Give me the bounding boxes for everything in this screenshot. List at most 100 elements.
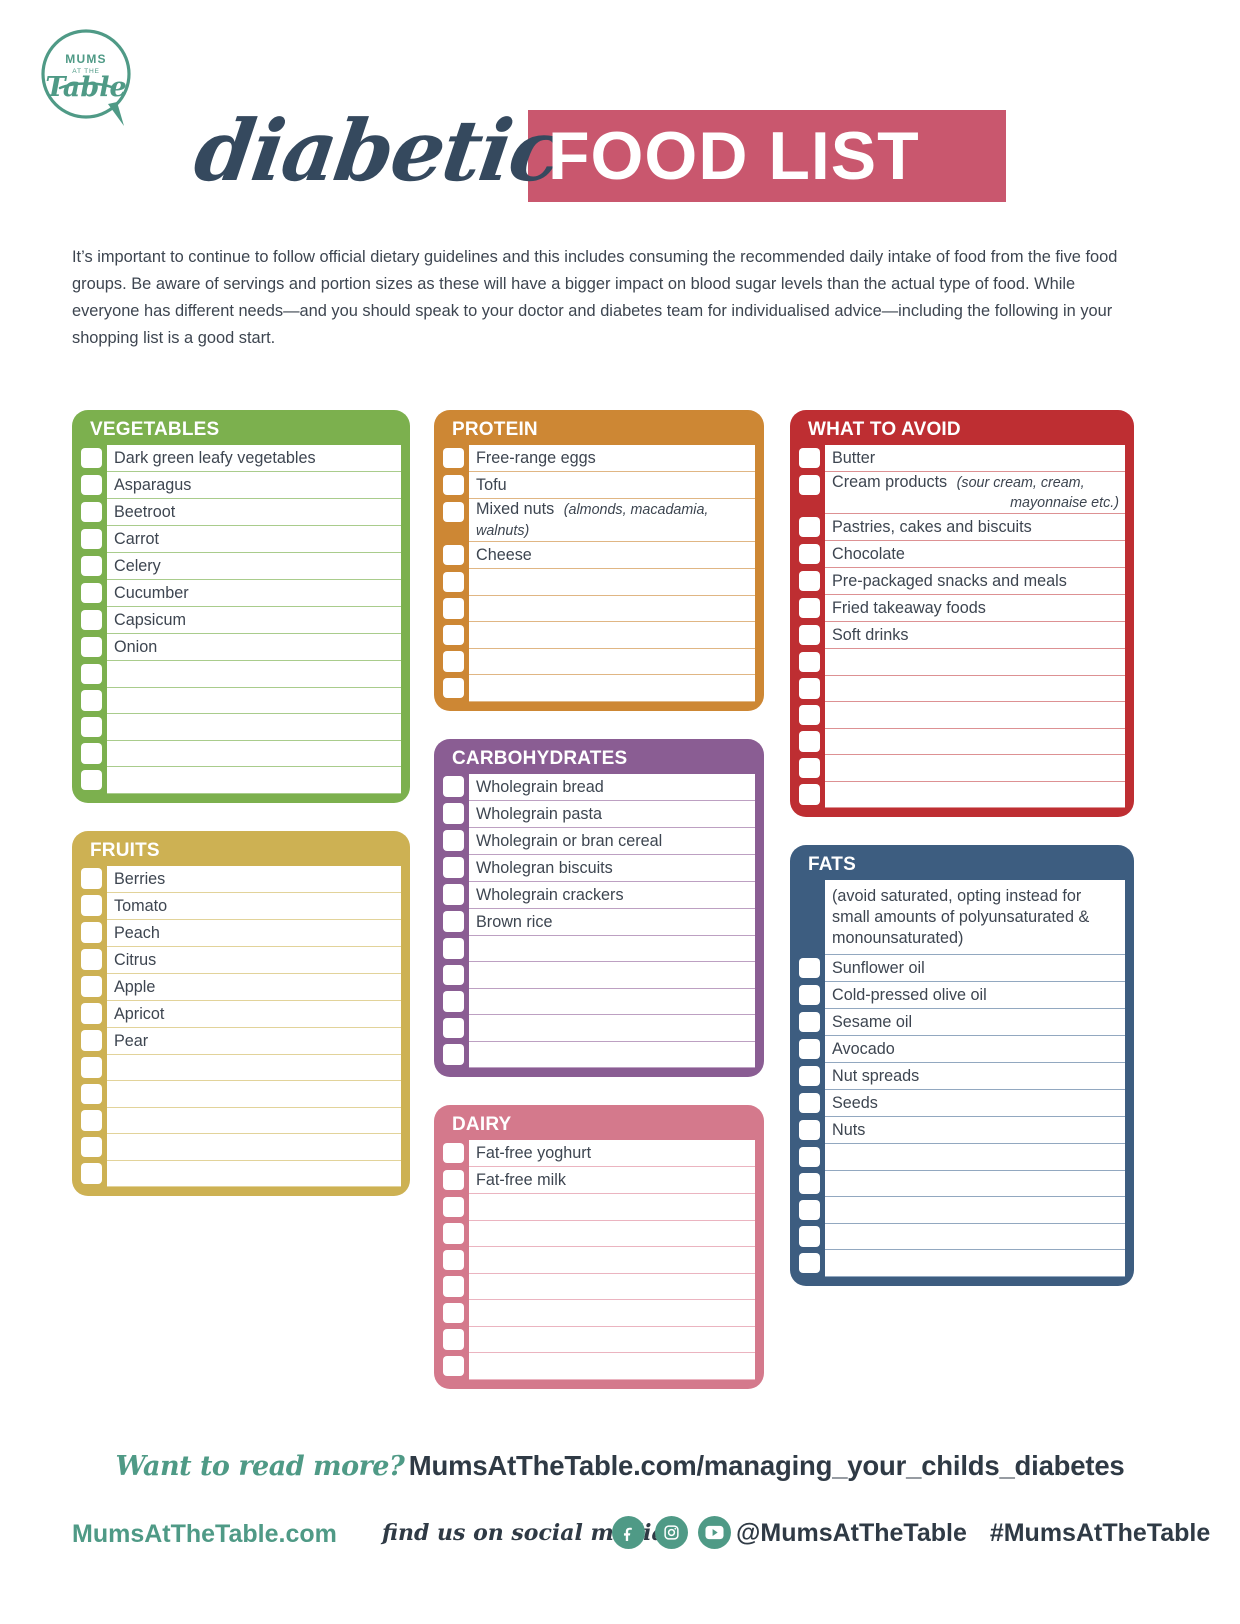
checkbox[interactable] bbox=[443, 1276, 464, 1297]
checkbox[interactable] bbox=[443, 1249, 464, 1270]
checklist-blank-line[interactable] bbox=[825, 1170, 1125, 1197]
read-more-url[interactable]: MumsAtTheTable.com/managing_your_childs_… bbox=[409, 1450, 1125, 1481]
checkbox[interactable] bbox=[443, 857, 464, 878]
checkbox[interactable] bbox=[81, 743, 102, 764]
checklist-blank-line[interactable] bbox=[107, 1081, 401, 1108]
checklist-blank-line[interactable] bbox=[107, 740, 401, 767]
youtube-icon[interactable] bbox=[698, 1516, 731, 1549]
checkbox[interactable] bbox=[443, 501, 464, 522]
checklist-blank-line[interactable] bbox=[469, 1353, 755, 1380]
checkbox[interactable] bbox=[443, 1355, 464, 1376]
checklist-blank-line[interactable] bbox=[825, 1223, 1125, 1250]
checkbox[interactable] bbox=[443, 1169, 464, 1190]
checkbox[interactable] bbox=[799, 731, 820, 752]
checklist-blank-line[interactable] bbox=[469, 569, 755, 596]
checkbox[interactable] bbox=[799, 704, 820, 725]
checkbox[interactable] bbox=[443, 884, 464, 905]
checklist-blank-line[interactable] bbox=[107, 1107, 401, 1134]
checkbox[interactable] bbox=[81, 1136, 102, 1157]
checkbox[interactable] bbox=[81, 636, 102, 657]
checklist-blank-line[interactable] bbox=[469, 675, 755, 702]
checkbox[interactable] bbox=[799, 957, 820, 978]
checkbox[interactable] bbox=[799, 1146, 820, 1167]
checkbox[interactable] bbox=[81, 769, 102, 790]
checkbox[interactable] bbox=[443, 776, 464, 797]
checkbox[interactable] bbox=[81, 716, 102, 737]
checklist-blank-line[interactable] bbox=[825, 728, 1125, 755]
checkbox[interactable] bbox=[81, 949, 102, 970]
checkbox[interactable] bbox=[81, 1030, 102, 1051]
checkbox[interactable] bbox=[81, 1057, 102, 1078]
checkbox[interactable] bbox=[81, 582, 102, 603]
checkbox[interactable] bbox=[443, 803, 464, 824]
checkbox[interactable] bbox=[799, 1092, 820, 1113]
checkbox[interactable] bbox=[443, 830, 464, 851]
checkbox[interactable] bbox=[443, 544, 464, 565]
checkbox[interactable] bbox=[799, 570, 820, 591]
checkbox[interactable] bbox=[799, 1199, 820, 1220]
checkbox[interactable] bbox=[81, 868, 102, 889]
checkbox[interactable] bbox=[81, 895, 102, 916]
checkbox[interactable] bbox=[443, 991, 464, 1012]
checkbox[interactable] bbox=[81, 474, 102, 495]
checkbox[interactable] bbox=[443, 447, 464, 468]
checkbox[interactable] bbox=[443, 1044, 464, 1065]
checkbox[interactable] bbox=[799, 1065, 820, 1086]
facebook-icon[interactable] bbox=[612, 1516, 645, 1549]
checklist-blank-line[interactable] bbox=[469, 1300, 755, 1327]
checklist-blank-line[interactable] bbox=[825, 781, 1125, 808]
checkbox[interactable] bbox=[443, 598, 464, 619]
checkbox[interactable] bbox=[443, 474, 464, 495]
checkbox[interactable] bbox=[799, 1038, 820, 1059]
checkbox[interactable] bbox=[443, 677, 464, 698]
checkbox[interactable] bbox=[799, 1226, 820, 1247]
checklist-blank-line[interactable] bbox=[107, 767, 401, 794]
checklist-blank-line[interactable] bbox=[825, 675, 1125, 702]
checkbox[interactable] bbox=[799, 624, 820, 645]
checkbox[interactable] bbox=[443, 1329, 464, 1350]
checkbox[interactable] bbox=[799, 1252, 820, 1273]
checklist-blank-line[interactable] bbox=[107, 661, 401, 688]
checkbox[interactable] bbox=[81, 528, 102, 549]
checkbox[interactable] bbox=[799, 543, 820, 564]
checkbox[interactable] bbox=[81, 1083, 102, 1104]
instagram-icon[interactable] bbox=[655, 1516, 688, 1549]
checklist-blank-line[interactable] bbox=[469, 595, 755, 622]
checkbox[interactable] bbox=[799, 784, 820, 805]
checkbox[interactable] bbox=[81, 976, 102, 997]
checkbox[interactable] bbox=[443, 1302, 464, 1323]
checklist-blank-line[interactable] bbox=[825, 1144, 1125, 1171]
checklist-blank-line[interactable] bbox=[469, 648, 755, 675]
checkbox[interactable] bbox=[81, 663, 102, 684]
checklist-blank-line[interactable] bbox=[469, 988, 755, 1015]
checklist-blank-line[interactable] bbox=[469, 1220, 755, 1247]
checkbox[interactable] bbox=[799, 984, 820, 1005]
checkbox[interactable] bbox=[81, 555, 102, 576]
checkbox[interactable] bbox=[443, 911, 464, 932]
checkbox[interactable] bbox=[799, 1011, 820, 1032]
checkbox[interactable] bbox=[443, 624, 464, 645]
checkbox[interactable] bbox=[443, 938, 464, 959]
checklist-blank-line[interactable] bbox=[469, 935, 755, 962]
checkbox[interactable] bbox=[81, 1110, 102, 1131]
checklist-blank-line[interactable] bbox=[469, 1247, 755, 1274]
checklist-blank-line[interactable] bbox=[107, 1134, 401, 1161]
checklist-blank-line[interactable] bbox=[469, 1041, 755, 1068]
checklist-blank-line[interactable] bbox=[825, 702, 1125, 729]
checkbox[interactable] bbox=[443, 1223, 464, 1244]
checklist-blank-line[interactable] bbox=[469, 1326, 755, 1353]
checkbox[interactable] bbox=[81, 922, 102, 943]
checkbox[interactable] bbox=[81, 690, 102, 711]
checkbox[interactable] bbox=[799, 597, 820, 618]
checkbox[interactable] bbox=[443, 1142, 464, 1163]
checklist-blank-line[interactable] bbox=[825, 1250, 1125, 1277]
checkbox[interactable] bbox=[799, 474, 820, 495]
checklist-blank-line[interactable] bbox=[825, 755, 1125, 782]
checkbox[interactable] bbox=[799, 1173, 820, 1194]
checklist-blank-line[interactable] bbox=[825, 649, 1125, 676]
checkbox[interactable] bbox=[443, 1196, 464, 1217]
checkbox[interactable] bbox=[443, 651, 464, 672]
checkbox[interactable] bbox=[81, 1163, 102, 1184]
checkbox[interactable] bbox=[799, 1119, 820, 1140]
checklist-blank-line[interactable] bbox=[469, 962, 755, 989]
